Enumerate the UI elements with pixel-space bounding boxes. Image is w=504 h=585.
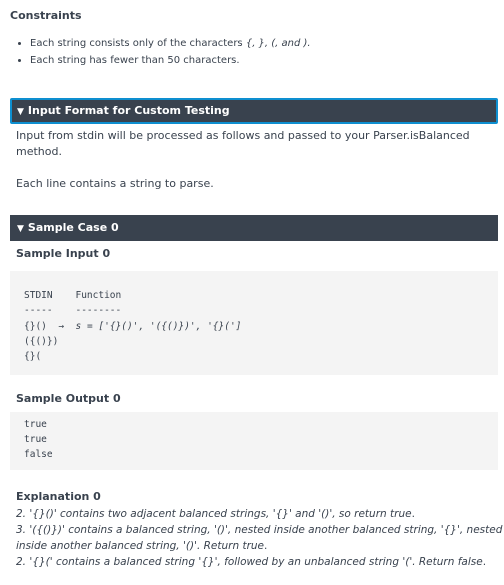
sample-output-heading: Sample Output 0 <box>16 392 121 405</box>
collapse-triangle-icon: ▼ <box>17 107 24 117</box>
sample-case-title: Sample Case 0 <box>27 221 119 234</box>
explanation-line: 2. '{}()' contains two adjacent balanced… <box>16 506 415 522</box>
sample-case-toggle[interactable]: ▼ Sample Case 0 <box>10 215 498 241</box>
constraint-item: Each string consists only of the charact… <box>30 35 311 52</box>
function-text: s = ['{}()', '({()})', '{}('] <box>75 321 242 332</box>
explanation-end: . <box>264 540 268 552</box>
stdin-row: {}() → s = ['{}()', '({()})', '{}('] <box>24 319 241 334</box>
input-format-toggle[interactable]: ▼ Input Format for Custom Testing <box>10 98 498 124</box>
explanation-text: '{}()' contains two adjacent balanced st… <box>29 508 391 520</box>
constraints-heading: Constraints <box>10 9 82 22</box>
output-line: true <box>24 419 47 430</box>
stdin-row: {}( <box>24 351 42 362</box>
stdin-header: STDIN Function <box>24 290 122 301</box>
constraint-item: Each string has fewer than 50 characters… <box>30 52 311 69</box>
constraint-text: Each string consists only of the charact… <box>30 38 246 49</box>
explanation-text: inside another balanced string, '()'. Re… <box>16 540 243 552</box>
explanation-end: . <box>411 508 415 520</box>
input-format-line: Input from stdin will be processed as fo… <box>16 129 470 142</box>
sample-output-box: true true false <box>10 412 498 470</box>
constraints-list: Each string consists only of the charact… <box>10 35 311 69</box>
input-format-title: Input Format for Custom Testing <box>27 104 230 117</box>
output-line: true <box>24 434 47 445</box>
explanation-number: 2. <box>16 556 27 568</box>
explanation-text: '({()})' contains a balanced string, '()… <box>29 524 503 536</box>
explanation-number: 3. <box>16 524 27 536</box>
explanation-line: 3. '({()})' contains a balanced string, … <box>16 522 502 538</box>
explanation-emphasis: false <box>457 556 483 568</box>
explanation-number: 2. <box>16 508 27 520</box>
sample-input-heading: Sample Input 0 <box>16 247 111 260</box>
constraint-chars: {, }, (, and ). <box>245 38 311 49</box>
stdin-row: ({()}) <box>24 336 59 347</box>
explanation-text: '{}(' contains a balanced string '{}', f… <box>29 556 458 568</box>
explanation-emphasis: true <box>242 540 265 552</box>
explanation-emphasis: true <box>390 508 412 520</box>
arrow-icon: → <box>58 321 65 332</box>
explanation-end: . <box>482 556 487 568</box>
explanation-line: inside another balanced string, '()'. Re… <box>16 538 267 554</box>
stdin-divider: ----- -------- <box>24 305 122 316</box>
sample-input-box: STDIN Function ----- -------- {}() → s =… <box>10 271 498 375</box>
input-format-line: method. <box>16 145 62 158</box>
constraint-text: Each string has fewer than 50 characters… <box>30 55 240 66</box>
collapse-triangle-icon: ▼ <box>17 224 24 234</box>
output-line: false <box>24 449 53 460</box>
stdin-value: {}() <box>24 321 47 332</box>
explanation-heading: Explanation 0 <box>16 490 101 503</box>
input-format-line: Each line contains a string to parse. <box>16 177 214 190</box>
explanation-line: 2. '{}(' contains a balanced string '{}'… <box>16 554 486 570</box>
